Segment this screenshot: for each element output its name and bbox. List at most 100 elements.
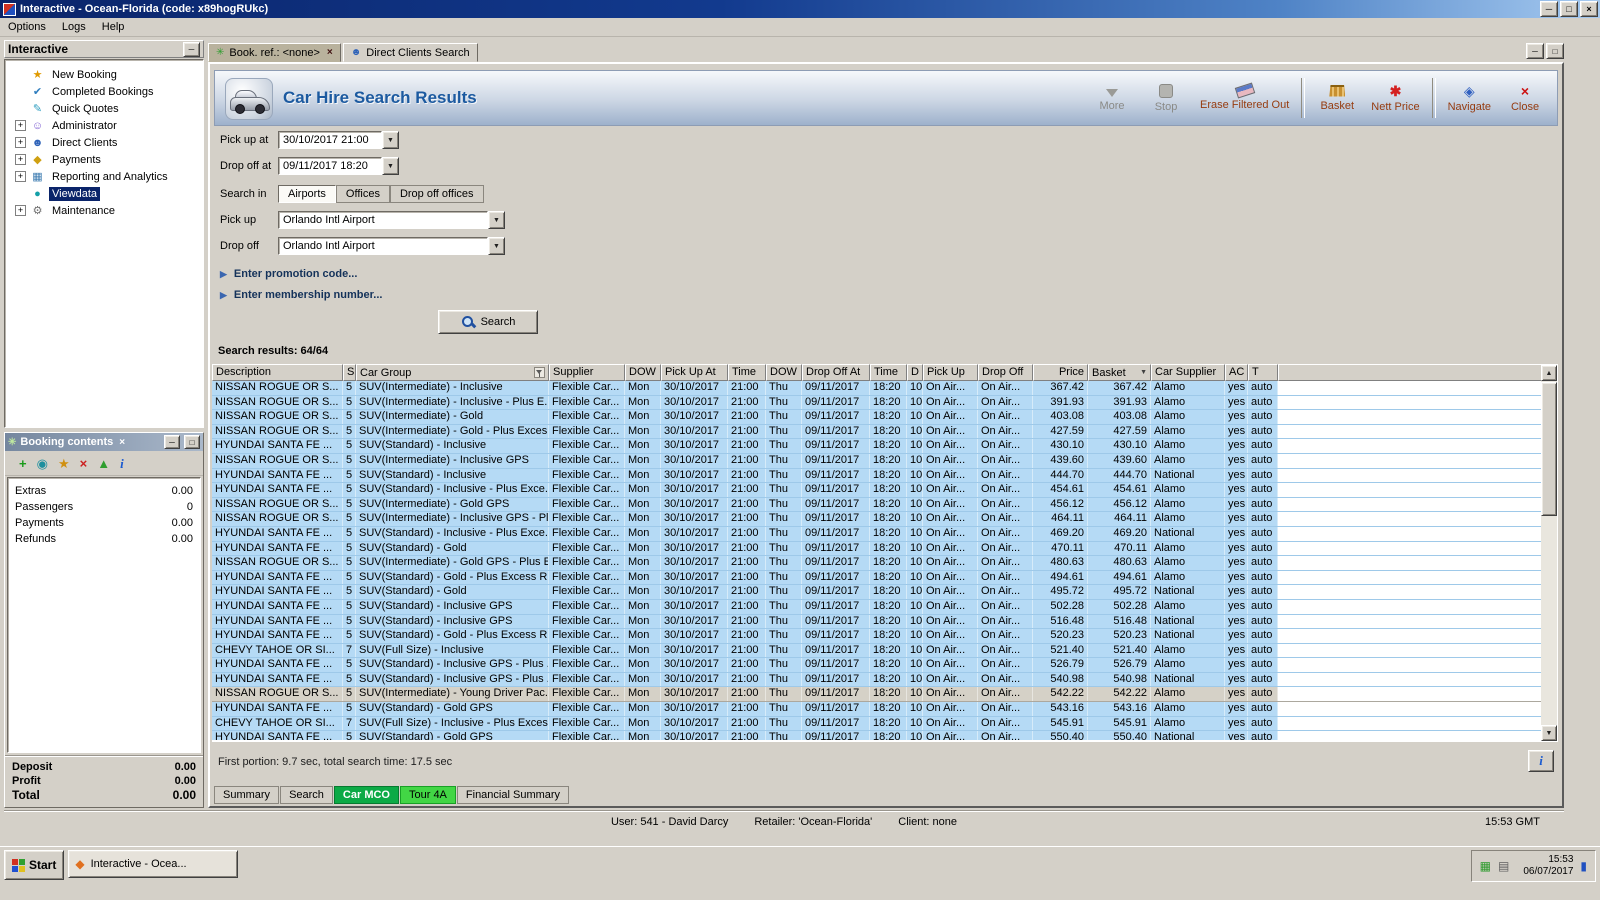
refunds-row[interactable]: Refunds 0.00 (8, 531, 200, 547)
menu-help[interactable]: Help (94, 19, 133, 35)
table-row[interactable]: CHEVY TAHOE OR SI... 7 SUV(Full Size) - … (212, 643, 1542, 659)
tab-drop-off-offices[interactable]: Drop off offices (389, 185, 484, 203)
sidebar-item-viewdata[interactable]: ● Viewdata (5, 185, 203, 202)
table-row[interactable]: NISSAN ROGUE OR S... 5 SUV(Intermediate)… (212, 395, 1542, 411)
close-tab-icon[interactable]: × (117, 437, 127, 448)
collapse-sidebar-button[interactable]: ─ (183, 41, 200, 57)
dropoff-location-dropdown-icon[interactable]: ▼ (488, 237, 505, 255)
col-dow-pickup[interactable]: DOW (625, 364, 661, 381)
col-ac[interactable]: AC (1225, 364, 1248, 381)
erase-filtered-out-button[interactable]: Erase Filtered Out (1194, 76, 1295, 120)
col-transmission[interactable]: T (1248, 364, 1278, 381)
tab-direct-clients-search[interactable]: ☻ Direct Clients Search (342, 43, 478, 62)
membership-number-disclosure[interactable]: ▶ Enter membership number... (220, 287, 382, 303)
col-dropoff-at[interactable]: Drop Off At (802, 364, 870, 381)
start-button[interactable]: Start (4, 850, 65, 880)
table-row[interactable]: HYUNDAI SANTA FE ... 5 SUV(Standard) - G… (212, 731, 1542, 740)
table-row[interactable]: HYUNDAI SANTA FE ... 5 SUV(Standard) - I… (212, 672, 1542, 688)
minimize-view-icon[interactable]: ─ (1526, 43, 1544, 59)
sidebar-item-new-booking[interactable]: ★ New Booking (5, 66, 203, 83)
close-search-button[interactable]: × Close (1499, 76, 1551, 120)
expand-icon[interactable]: + (15, 154, 26, 165)
close-tab-icon[interactable]: × (325, 47, 333, 58)
dropoff-datetime-input[interactable]: 09/11/2017 18:20 (278, 157, 382, 175)
pickup-location-select[interactable]: Orlando Intl Airport (278, 211, 488, 229)
tab-summary[interactable]: Summary (214, 786, 280, 804)
minimize-icon[interactable]: ─ (1540, 1, 1558, 17)
sidebar-item-payments[interactable]: + ◆ Payments (5, 151, 203, 168)
tab-search[interactable]: Search (280, 786, 333, 804)
col-car-supplier[interactable]: Car Supplier (1151, 364, 1225, 381)
payments-row[interactable]: Payments 0.00 (8, 515, 200, 531)
expand-icon[interactable]: + (15, 137, 26, 148)
sidebar-item-direct-clients[interactable]: + ☻ Direct Clients (5, 134, 203, 151)
tab-offices[interactable]: Offices (335, 185, 390, 203)
table-row[interactable]: NISSAN ROGUE OR S... 5 SUV(Intermediate)… (212, 512, 1542, 527)
close-icon[interactable]: × (1580, 1, 1598, 17)
extras-row[interactable]: Extras 0.00 (8, 483, 200, 499)
sidebar-item-maintenance[interactable]: + ⚙ Maintenance (5, 202, 203, 219)
add-icon[interactable]: + (19, 457, 27, 470)
col-pickup-time[interactable]: Time (728, 364, 766, 381)
table-row[interactable]: HYUNDAI SANTA FE ... 5 SUV(Standard) - G… (212, 541, 1542, 557)
col-dow-dropoff[interactable]: DOW (766, 364, 802, 381)
col-dropoff-time[interactable]: Time (870, 364, 907, 381)
table-row[interactable]: HYUNDAI SANTA FE ... 5 SUV(Standard) - I… (212, 483, 1542, 498)
restore-panel-icon[interactable]: □ (184, 435, 200, 449)
menu-options[interactable]: Options (0, 19, 54, 35)
sidebar-item-reporting[interactable]: + ▦ Reporting and Analytics (5, 168, 203, 185)
passengers-row[interactable]: Passengers 0 (8, 499, 200, 515)
search-button[interactable]: Search (438, 310, 538, 334)
table-row[interactable]: NISSAN ROGUE OR S... 5 SUV(Intermediate)… (212, 453, 1542, 469)
table-row[interactable]: NISSAN ROGUE OR S... 5 SUV(Intermediate)… (212, 381, 1542, 396)
sidebar-item-administrator[interactable]: + ☺ Administrator (5, 117, 203, 134)
filter-icon[interactable] (534, 367, 545, 378)
nett-price-button[interactable]: ✱ Nett Price (1365, 76, 1425, 120)
expand-icon[interactable]: + (15, 120, 26, 131)
import-icon[interactable]: ▲ (97, 457, 110, 470)
col-pickup-at[interactable]: Pick Up At (661, 364, 728, 381)
table-row[interactable]: NISSAN ROGUE OR S... 5 SUV(Intermediate)… (212, 497, 1542, 513)
vertical-scrollbar[interactable]: ▲ ▼ (1541, 365, 1557, 741)
col-car-group[interactable]: Car Group (356, 364, 549, 381)
tab-tour-4a[interactable]: Tour 4A (399, 786, 456, 804)
minimize-panel-icon[interactable]: ─ (164, 435, 180, 449)
table-row[interactable]: HYUNDAI SANTA FE ... 5 SUV(Standard) - I… (212, 526, 1542, 542)
table-row[interactable]: CHEVY TAHOE OR SI... 7 SUV(Full Size) - … (212, 716, 1542, 732)
table-row[interactable]: NISSAN ROGUE OR S... 5 SUV(Intermediate)… (212, 556, 1542, 571)
transfer-icon[interactable]: ★ (58, 457, 70, 470)
expand-icon[interactable]: + (15, 171, 26, 182)
tab-financial-summary[interactable]: Financial Summary (456, 786, 570, 804)
scroll-down-icon[interactable]: ▼ (1541, 725, 1557, 741)
table-row[interactable]: HYUNDAI SANTA FE ... 5 SUV(Standard) - G… (212, 585, 1542, 600)
network-icon[interactable]: ▦ (1480, 860, 1491, 872)
col-days[interactable]: D (907, 364, 923, 381)
table-row[interactable]: NISSAN ROGUE OR S... 5 SUV(Intermediate)… (212, 687, 1542, 703)
sidebar-item-completed-bookings[interactable]: ✔ Completed Bookings (5, 83, 203, 100)
table-row[interactable]: HYUNDAI SANTA FE ... 5 SUV(Standard) - G… (212, 570, 1542, 586)
col-description[interactable]: Description (212, 364, 343, 381)
info-icon[interactable]: i (120, 457, 124, 470)
taskbar-app-button[interactable]: ◆ Interactive - Ocea... (68, 850, 239, 878)
taskbar-clock[interactable]: 15:53 06/07/2017 (1523, 854, 1573, 878)
tab-airports[interactable]: Airports (278, 185, 336, 203)
basket-button[interactable]: Basket (1311, 76, 1363, 120)
dropoff-datetime-dropdown-icon[interactable]: ▼ (382, 157, 399, 175)
table-row[interactable]: NISSAN ROGUE OR S... 5 SUV(Intermediate)… (212, 424, 1542, 440)
table-row[interactable]: HYUNDAI SANTA FE ... 5 SUV(Standard) - I… (212, 599, 1542, 615)
col-basket[interactable]: Basket ▼ (1088, 364, 1151, 381)
navigate-button[interactable]: ◈ Navigate (1442, 76, 1497, 120)
tab-car-mco[interactable]: Car MCO (333, 786, 399, 804)
maximize-icon[interactable]: □ (1560, 1, 1578, 17)
scroll-thumb[interactable] (1541, 382, 1557, 516)
dropoff-location-select[interactable]: Orlando Intl Airport (278, 237, 488, 255)
info-button[interactable]: i (1528, 750, 1554, 772)
table-row[interactable]: HYUNDAI SANTA FE ... 5 SUV(Standard) - I… (212, 614, 1542, 630)
more-button[interactable]: More (1086, 76, 1138, 120)
display-icon[interactable]: ▮ (1580, 860, 1587, 872)
expand-icon[interactable]: + (15, 205, 26, 216)
table-row[interactable]: HYUNDAI SANTA FE ... 5 SUV(Standard) - G… (212, 702, 1542, 717)
stop-button[interactable]: Stop (1140, 76, 1192, 120)
table-row[interactable]: HYUNDAI SANTA FE ... 5 SUV(Standard) - I… (212, 439, 1542, 454)
col-dropoff-location[interactable]: Drop Off (978, 364, 1033, 381)
